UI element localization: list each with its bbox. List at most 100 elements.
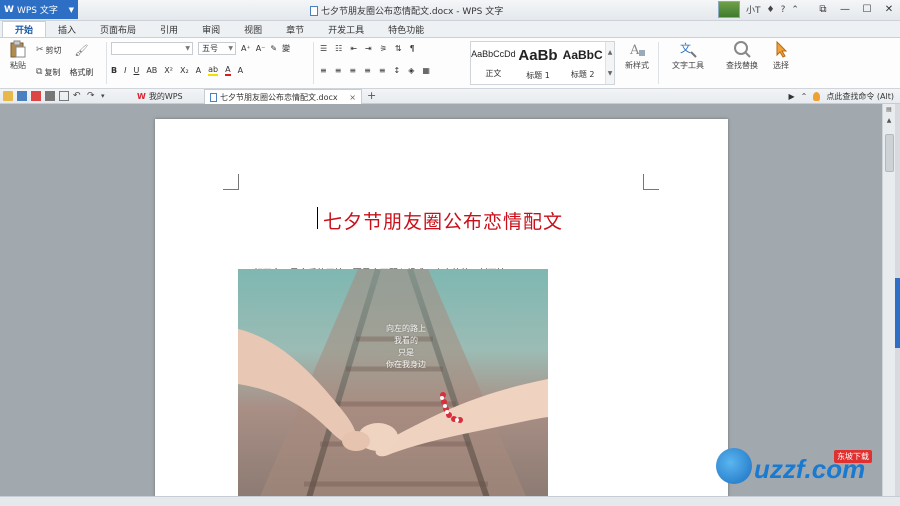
tab-features[interactable]: 特色功能 bbox=[376, 21, 436, 37]
tab-insert[interactable]: 插入 bbox=[46, 21, 88, 37]
justify-icon[interactable]: ≡ bbox=[364, 66, 371, 75]
bullet-list-icon[interactable]: ☰ bbox=[320, 44, 327, 53]
redo-icon[interactable]: ↷ bbox=[87, 91, 97, 101]
superscript-icon[interactable]: X² bbox=[164, 66, 173, 75]
tab-section[interactable]: 章节 bbox=[274, 21, 316, 37]
side-panel-strip bbox=[895, 104, 900, 496]
italic-icon[interactable]: I bbox=[124, 66, 126, 75]
font-name-select[interactable]: ▼ bbox=[111, 41, 193, 55]
avatar[interactable] bbox=[718, 1, 740, 18]
watermark-badge: 东坡下载 bbox=[834, 450, 872, 463]
new-tab-button[interactable]: + bbox=[367, 89, 376, 102]
minimize-icon[interactable]: — bbox=[834, 0, 856, 19]
font-size-value: 五号 bbox=[202, 43, 218, 53]
chevron-down-icon: ▼ bbox=[607, 70, 613, 77]
window-title-text: 七夕节朋友圈公布恋情配文.docx - WPS 文字 bbox=[321, 7, 504, 17]
phonetic-icon[interactable]: 變 bbox=[282, 43, 290, 54]
style-heading-2[interactable]: AaBbC 标题 2 bbox=[560, 42, 605, 84]
text-tools-button[interactable]: 文 文字工具 bbox=[668, 40, 708, 71]
scroll-up-icon[interactable]: ▲ bbox=[883, 115, 895, 126]
clear-format-icon[interactable]: ✎ bbox=[270, 44, 277, 53]
customize-icon[interactable]: ▾ bbox=[101, 91, 111, 101]
tab-page-layout[interactable]: 页面布局 bbox=[88, 21, 148, 37]
cut-button[interactable]: ✂ 剪切 bbox=[36, 45, 62, 56]
maximize-icon[interactable]: ☐ bbox=[856, 0, 878, 19]
open-icon[interactable] bbox=[3, 91, 13, 101]
text-effect-icon[interactable]: A bbox=[196, 66, 201, 75]
border-icon[interactable]: ▦ bbox=[422, 66, 430, 75]
restore-ribbon-icon[interactable]: ⧉ bbox=[812, 0, 834, 19]
lightbulb-icon bbox=[813, 92, 821, 101]
paste-button[interactable]: 粘贴 bbox=[5, 40, 31, 71]
play-icon[interactable]: ▶ bbox=[789, 92, 795, 101]
tab-my-wps[interactable]: W 我的WPS bbox=[132, 89, 188, 104]
format-painter-button[interactable]: 🖌 bbox=[75, 44, 89, 57]
divider bbox=[106, 42, 107, 84]
align-left-icon[interactable]: ≡ bbox=[320, 66, 327, 75]
clipboard-small-group: ✂ 剪切 🖌 ⧉ 复制 格式刷 bbox=[36, 40, 106, 86]
shading-icon[interactable]: ◈ bbox=[408, 66, 414, 75]
align-center-icon[interactable]: ≡ bbox=[335, 66, 342, 75]
options-icon[interactable]: ⌃ bbox=[791, 5, 799, 15]
tab-view[interactable]: 视图 bbox=[232, 21, 274, 37]
window-title: 七夕节朋友圈公布恋情配文.docx - WPS 文字 bbox=[310, 4, 503, 17]
font-size-select[interactable]: 五号 ▼ bbox=[198, 41, 236, 55]
line-spacing-icon[interactable]: ↕ bbox=[394, 66, 401, 75]
collapse-icon[interactable]: ⌃ bbox=[801, 92, 808, 101]
document-page[interactable]: 七夕节朋友圈公布恋情配文 1、相互交叉是恋爱的开始，而是由两颗心组成一个人的的一… bbox=[155, 119, 728, 501]
increase-indent-icon[interactable]: ⇥ bbox=[365, 44, 372, 53]
save-icon[interactable] bbox=[17, 91, 27, 101]
ruler-toggle-icon[interactable]: ▤ bbox=[883, 104, 895, 115]
distributed-icon[interactable]: ≡ bbox=[379, 66, 386, 75]
vertical-scrollbar[interactable]: ▤ ▲ bbox=[882, 104, 895, 496]
scroll-thumb[interactable] bbox=[885, 134, 894, 172]
styles-scroll[interactable]: ▲ ▼ bbox=[605, 42, 615, 84]
style-heading-1[interactable]: AaBb 标题 1 bbox=[516, 42, 561, 84]
couple-photo[interactable]: 向左的路上 我看的 只是 你在我身边 bbox=[238, 269, 548, 501]
document-title[interactable]: 七夕节朋友圈公布恋情配文 bbox=[318, 207, 568, 234]
grow-font-icon[interactable]: A⁺ bbox=[241, 44, 251, 53]
app-menu-button[interactable]: W WPS 文字 ▼ bbox=[0, 0, 78, 19]
tab-home[interactable]: 开始 bbox=[2, 21, 47, 37]
tab-document[interactable]: 七夕节朋友圈公布恋情配文.docx × bbox=[204, 89, 362, 104]
show-marks-icon[interactable]: ¶ bbox=[410, 44, 415, 53]
undo-icon[interactable]: ↶ bbox=[73, 91, 83, 101]
copy-button[interactable]: ⧉ 复制 bbox=[36, 67, 60, 78]
chevron-up-icon: ▲ bbox=[607, 49, 613, 56]
tab-developer[interactable]: 开发工具 bbox=[316, 21, 376, 37]
subscript-icon[interactable]: X₂ bbox=[180, 66, 189, 75]
align-right-icon[interactable]: ≡ bbox=[349, 66, 356, 75]
select-label: 选择 bbox=[773, 61, 789, 70]
preview-icon[interactable] bbox=[59, 91, 69, 101]
new-style-button[interactable]: A 新样式 bbox=[620, 40, 654, 71]
skin-icon[interactable]: ♦ bbox=[767, 5, 775, 15]
tab-references[interactable]: 引用 bbox=[148, 21, 190, 37]
scissors-icon: ✂ bbox=[36, 45, 44, 55]
numbered-list-icon[interactable]: ☷ bbox=[335, 44, 342, 53]
font-color-icon[interactable]: A bbox=[225, 65, 231, 76]
format-painter-label: 格式刷 bbox=[69, 67, 94, 77]
side-panel-toggle[interactable] bbox=[895, 278, 900, 348]
help-icon[interactable]: ? bbox=[781, 5, 786, 15]
select-button[interactable]: 选择 bbox=[766, 40, 796, 71]
quick-access-icons: ↶ ↷ ▾ bbox=[3, 91, 111, 101]
export-pdf-icon[interactable] bbox=[31, 91, 41, 101]
char-shading-icon[interactable]: A bbox=[238, 66, 243, 75]
underline-icon[interactable]: U bbox=[133, 66, 139, 75]
sort-icon[interactable]: ⇅ bbox=[395, 44, 402, 53]
highlight-icon[interactable]: ab bbox=[208, 65, 219, 76]
tab-review[interactable]: 审阅 bbox=[190, 21, 232, 37]
style-normal[interactable]: AaBbCcDd 正文 bbox=[471, 42, 516, 84]
find-replace-button[interactable]: 查找替换 bbox=[722, 40, 762, 71]
close-icon[interactable]: × bbox=[349, 93, 356, 102]
decrease-indent-icon[interactable]: ⇤ bbox=[350, 44, 357, 53]
print-icon[interactable] bbox=[45, 91, 55, 101]
command-search-input[interactable]: 点此查找命令 (Alt) bbox=[826, 91, 894, 102]
strikethrough-icon[interactable]: AB bbox=[146, 66, 157, 75]
shrink-font-icon[interactable]: A⁻ bbox=[256, 44, 266, 53]
wps-logo-icon: W bbox=[137, 92, 146, 101]
user-name[interactable]: 小T bbox=[746, 3, 761, 16]
close-icon[interactable]: ✕ bbox=[878, 0, 900, 19]
bold-icon[interactable]: B bbox=[111, 66, 117, 75]
chinese-layout-icon[interactable]: ⚞ bbox=[380, 44, 387, 53]
